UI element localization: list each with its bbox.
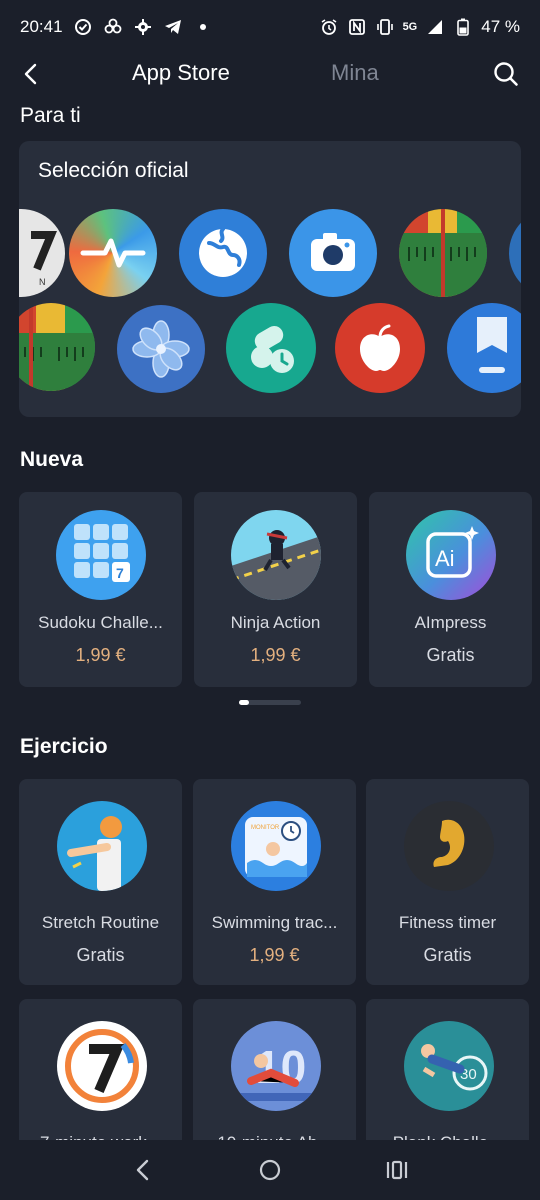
section-title-exercise: Ejercicio xyxy=(20,735,108,758)
chevron-left-icon xyxy=(24,63,37,85)
signal-icon xyxy=(425,17,445,37)
vibrate-icon xyxy=(375,17,395,37)
section-title-new: Nueva xyxy=(20,448,84,471)
check-circle-icon xyxy=(73,17,93,37)
official-selection-card[interactable]: Selección oficial N xyxy=(19,141,521,417)
flower-icon xyxy=(103,17,123,37)
bookmark-icon[interactable] xyxy=(447,303,521,393)
app-price: Gratis xyxy=(423,945,472,965)
svg-text:7: 7 xyxy=(116,565,124,581)
app-name: Fitness timer xyxy=(398,913,497,932)
app-card-aimpress[interactable]: Ai AImpress Gratis xyxy=(369,492,532,687)
app-name: AImpress xyxy=(414,613,487,632)
app-name: Swimming trac... xyxy=(211,913,338,932)
ruler-watchface-icon[interactable] xyxy=(399,209,487,297)
ninja-action-icon xyxy=(231,510,321,600)
app-price: 1,99 € xyxy=(250,645,301,665)
system-navigation-bar xyxy=(0,1140,540,1200)
app-name: Ninja Action xyxy=(230,613,321,632)
notification-dot-icon xyxy=(193,17,213,37)
official-selection-title: Selección oficial xyxy=(38,159,189,182)
status-bar: 20:41 5G 47 % xyxy=(0,0,540,54)
app-card-sudoku[interactable]: 7 Sudoku Challe... 1,99 € xyxy=(19,492,182,687)
ten-minute-abs-icon: 10 xyxy=(231,1021,321,1111)
nav-home-button[interactable] xyxy=(250,1150,290,1190)
heart-rate-icon[interactable] xyxy=(69,209,157,297)
svg-text:N: N xyxy=(39,277,46,287)
search-button[interactable] xyxy=(490,58,522,90)
app-price: Gratis xyxy=(76,945,125,965)
app-card-stretch-routine[interactable]: Stretch Routine Gratis xyxy=(19,779,182,985)
app-price: 1,99 € xyxy=(249,945,300,965)
battery-icon xyxy=(453,17,473,37)
carousel-pager xyxy=(239,700,301,705)
aimpress-icon: Ai xyxy=(406,510,496,600)
nav-recents-button[interactable] xyxy=(377,1150,417,1190)
network-type: 5G xyxy=(402,21,418,33)
app-card-fitness-timer[interactable]: Fitness timer Gratis xyxy=(366,779,529,985)
plank-challenge-icon: 30 xyxy=(404,1021,494,1111)
alarm-icon xyxy=(319,17,339,37)
app-header: App Store Mina xyxy=(0,54,540,94)
nav-home-icon xyxy=(259,1159,281,1181)
swimming-tracker-icon: MONITOR xyxy=(231,801,321,891)
svg-text:Ai: Ai xyxy=(435,546,455,571)
telegram-icon xyxy=(163,17,183,37)
app-name: Sudoku Challe... xyxy=(38,613,163,632)
camera-icon[interactable] xyxy=(289,209,377,297)
gear-icon xyxy=(133,17,153,37)
pager-active-indicator xyxy=(239,700,249,705)
watchface-bw-icon[interactable]: N xyxy=(19,209,65,297)
svg-text:MONITOR: MONITOR xyxy=(251,825,280,831)
pill-reminder-icon[interactable] xyxy=(226,303,316,393)
back-button[interactable] xyxy=(14,58,46,90)
nav-recents-icon xyxy=(386,1160,407,1180)
battery-level: 47 % xyxy=(481,17,520,36)
search-icon xyxy=(494,62,518,86)
app-price: 1,99 € xyxy=(75,645,126,665)
nfc-icon xyxy=(347,17,367,37)
app-card-ninja-action[interactable]: Ninja Action 1,99 € xyxy=(194,492,357,687)
seven-minute-icon xyxy=(57,1021,147,1111)
nav-back-button[interactable] xyxy=(123,1150,163,1190)
app-name: Stretch Routine xyxy=(41,913,160,932)
tab-mina[interactable]: Mina xyxy=(331,60,379,86)
section-title-for-you: Para ti xyxy=(20,104,81,127)
app-price: Gratis xyxy=(426,645,475,665)
apple-icon[interactable] xyxy=(335,303,425,393)
app-card-swimming-tracker[interactable]: MONITOR Swimming trac... 1,99 € xyxy=(193,779,356,985)
ruler-watchface-icon-2[interactable] xyxy=(19,303,95,391)
status-time: 20:41 xyxy=(20,17,63,36)
tab-app-store[interactable]: App Store xyxy=(132,60,230,86)
sudoku-icon: 7 xyxy=(56,510,146,600)
partial-watchface-icon[interactable] xyxy=(509,209,521,297)
globe-icon[interactable] xyxy=(179,209,267,297)
stretch-routine-icon xyxy=(57,801,147,891)
nav-back-icon xyxy=(137,1159,149,1181)
fitness-timer-icon xyxy=(404,801,494,891)
pinwheel-icon[interactable] xyxy=(117,305,205,393)
